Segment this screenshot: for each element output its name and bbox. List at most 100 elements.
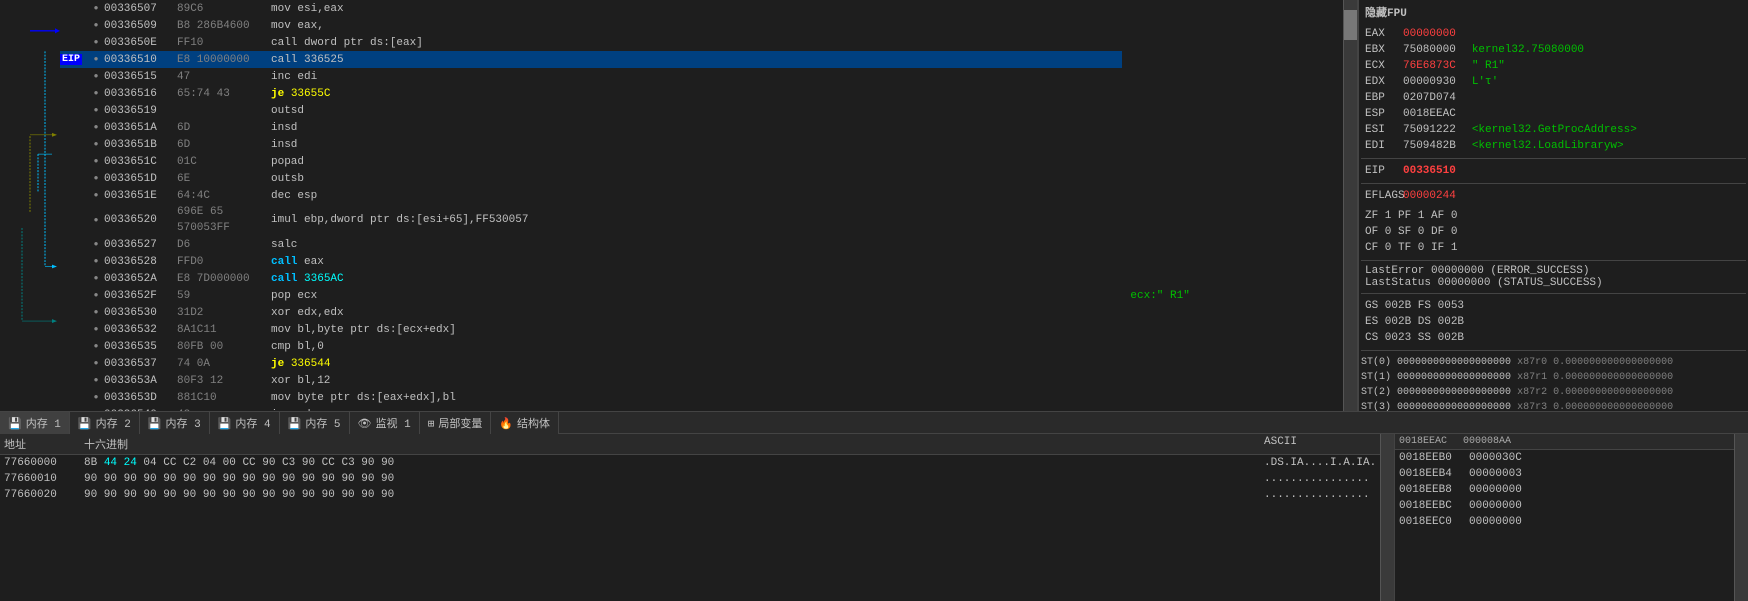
disasm-row[interactable]: EIP●00336510E8 10000000call 336525: [60, 51, 1343, 68]
disasm-row[interactable]: ●0033651E64:4Cdec esp: [60, 187, 1343, 204]
st-regs-container: ST(0) 0000000000000000000 x87r0 0.000000…: [1361, 355, 1746, 411]
eip-indicator: [60, 0, 90, 17]
mem-row-addr: 77660020: [0, 487, 80, 503]
breakpoint-dot[interactable]: ●: [90, 321, 102, 338]
st-divider: [1361, 350, 1746, 351]
disasm-address: 00336537: [102, 355, 177, 372]
eflags-value: 00000244: [1403, 188, 1456, 204]
disasm-address: 0033651B: [102, 136, 177, 153]
breakpoint-dot[interactable]: ●: [90, 204, 102, 236]
breakpoint-dot[interactable]: ●: [90, 338, 102, 355]
disasm-row[interactable]: ●00336509B8 286B4600mov eax,: [60, 17, 1343, 34]
breakpoint-dot[interactable]: ●: [90, 287, 102, 304]
disasm-instruction: mov esi,eax: [267, 0, 1122, 17]
bottom-content: 地址 十六进制 ASCII 776600008B 44 24 04 CC C2 …: [0, 434, 1748, 601]
disasm-row[interactable]: ●0033651A6Dinsd: [60, 119, 1343, 136]
breakpoint-dot[interactable]: ●: [90, 187, 102, 204]
breakpoint-dot[interactable]: ●: [90, 85, 102, 102]
disasm-row[interactable]: ●00336519outsd: [60, 102, 1343, 119]
disasm-bytes: E8 10000000: [177, 51, 267, 68]
eip-indicator: [60, 204, 90, 236]
disasm-row[interactable]: ●0033652AE8 7D000000call 3365AC: [60, 270, 1343, 287]
breakpoint-dot[interactable]: ●: [90, 355, 102, 372]
stack-scrollbar[interactable]: [1734, 434, 1748, 601]
disasm-instruction: dec esp: [267, 187, 1122, 204]
breakpoint-dot[interactable]: ●: [90, 170, 102, 187]
eip-indicator: [60, 372, 90, 389]
breakpoint-dot[interactable]: ●: [90, 102, 102, 119]
disasm-bytes: 65:74 43: [177, 85, 267, 102]
st-reg-row: ST(0) 0000000000000000000 x87r0 0.000000…: [1361, 355, 1746, 370]
disasm-bytes: 74 0A: [177, 355, 267, 372]
breakpoint-dot[interactable]: ●: [90, 270, 102, 287]
bottom-stack-row: 0018EEC000000000: [1395, 514, 1734, 530]
breakpoint-dot[interactable]: ●: [90, 17, 102, 34]
disasm-bytes: B8 286B4600: [177, 17, 267, 34]
disasm-row[interactable]: ●0033653D881C10mov byte ptr ds:[eax+edx]…: [60, 389, 1343, 406]
register-row: EBP0207D074: [1361, 90, 1746, 106]
disasm-row[interactable]: ●0033651547inc edi: [60, 68, 1343, 85]
reg-name: EDI: [1365, 138, 1395, 154]
disasm-bytes: 80F3 12: [177, 372, 267, 389]
disasm-row[interactable]: ●0033653A80F3 12xor bl,12: [60, 372, 1343, 389]
disasm-row[interactable]: ●0033652F59pop ecxecx:" R1": [60, 287, 1343, 304]
bottom-stack-row: 0018EEB800000000: [1395, 482, 1734, 498]
tab-局部变量[interactable]: ⊞局部变量: [420, 412, 492, 434]
bottom-stack-row: 0018EEBC00000000: [1395, 498, 1734, 514]
eflags-label: EFLAGS: [1365, 188, 1395, 204]
disasm-row[interactable]: ●0033651C01Cpopad: [60, 153, 1343, 170]
breakpoint-dot[interactable]: ●: [90, 304, 102, 321]
tab-内存 3[interactable]: 💾内存 3: [140, 412, 210, 434]
disasm-address: 00336532: [102, 321, 177, 338]
reg-name: ECX: [1365, 58, 1395, 74]
lasterr-divider: [1361, 260, 1746, 261]
disasm-instruction: call 336525: [267, 51, 1122, 68]
disasm-row[interactable]: ●0033651665:74 43je 33655C: [60, 85, 1343, 102]
tab-结构体[interactable]: 🔥结构体: [491, 412, 559, 434]
tab-内存 1[interactable]: 💾内存 1: [0, 412, 70, 434]
eip-indicator: [60, 153, 90, 170]
tab-内存 5[interactable]: 💾内存 5: [280, 412, 350, 434]
eip-indicator: EIP: [60, 51, 90, 68]
breakpoint-dot[interactable]: ●: [90, 0, 102, 17]
breakpoint-dot[interactable]: ●: [90, 372, 102, 389]
breakpoint-dot[interactable]: ●: [90, 153, 102, 170]
breakpoint-dot[interactable]: ●: [90, 51, 102, 68]
breakpoint-dot[interactable]: ●: [90, 34, 102, 51]
reg-value: 0207D074: [1403, 90, 1456, 106]
breakpoint-dot[interactable]: ●: [90, 389, 102, 406]
disasm-row[interactable]: ●0033653774 0Aje 336544: [60, 355, 1343, 372]
mem-row-ascii: ................: [1260, 471, 1380, 487]
disasm-address: 00336535: [102, 338, 177, 355]
disasm-row[interactable]: ●003365328A1C11mov bl,byte ptr ds:[ecx+e…: [60, 321, 1343, 338]
disasm-row[interactable]: ●0033651D6Eoutsb: [60, 170, 1343, 187]
breakpoint-dot[interactable]: ●: [90, 236, 102, 253]
breakpoint-dot[interactable]: ●: [90, 253, 102, 270]
disasm-row[interactable]: ●00336528FFD0call eax: [60, 253, 1343, 270]
disasm-bytes: 64:4C: [177, 187, 267, 204]
memory-scrollbar[interactable]: [1380, 434, 1394, 601]
disasm-row[interactable]: ●00336520696E 65 570053FFimul ebp,dword …: [60, 204, 1343, 236]
disasm-row[interactable]: ●0033650789C6mov esi,eax: [60, 0, 1343, 17]
tab-监视 1[interactable]: 👁监视 1: [350, 412, 420, 434]
memory-header: 地址 十六进制 ASCII: [0, 434, 1380, 455]
bottom-right: 0018EEAC 000008AA 0018EEB00000030C0018EE…: [1394, 434, 1734, 601]
memory-row: 7766002090 90 90 90 90 90 90 90 90 90 90…: [0, 487, 1380, 503]
tab-内存 2[interactable]: 💾内存 2: [70, 412, 140, 434]
tab-内存 4[interactable]: 💾内存 4: [210, 412, 280, 434]
disasm-row[interactable]: ●0033651B6Dinsd: [60, 136, 1343, 153]
flags-row2: OF 0 SF 0 DF 0: [1365, 224, 1742, 240]
eip-label: EIP: [1365, 163, 1395, 179]
disasm-row[interactable]: ●00336527D6salc: [60, 236, 1343, 253]
disasm-row[interactable]: ●0033650EFF10call dword ptr ds:[eax]: [60, 34, 1343, 51]
breakpoint-dot[interactable]: ●: [90, 119, 102, 136]
disasm-row[interactable]: ●0033653031D2xor edx,edx: [60, 304, 1343, 321]
disasm-table: ●0033650789C6mov esi,eax●00336509B8 286B…: [60, 0, 1343, 411]
breakpoint-dot[interactable]: ●: [90, 68, 102, 85]
disasm-row[interactable]: ●0033653580FB 00cmp bl,0: [60, 338, 1343, 355]
disasm-panel: ●0033650789C6mov esi,eax●00336509B8 286B…: [0, 0, 1358, 411]
disasm-bytes: 59: [177, 287, 267, 304]
eip-indicator: [60, 34, 90, 51]
breakpoint-dot[interactable]: ●: [90, 136, 102, 153]
disasm-scrollbar[interactable]: [1343, 0, 1357, 411]
